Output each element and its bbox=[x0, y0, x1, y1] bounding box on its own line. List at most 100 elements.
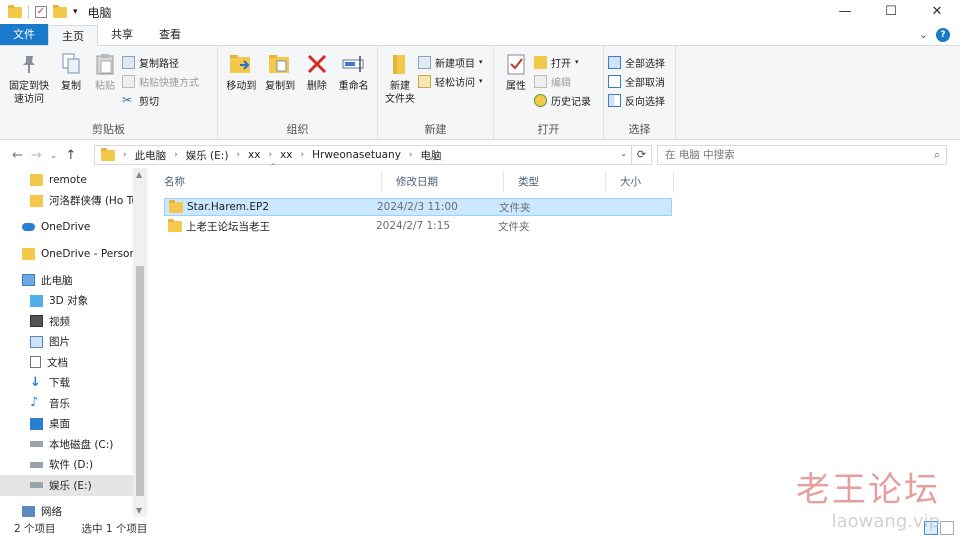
nav-item-onedrive-personal[interactable]: OneDrive - Person bbox=[0, 244, 147, 265]
breadcrumb-this-pc[interactable]: 此电脑 bbox=[131, 148, 171, 163]
nav-item-label: remote bbox=[49, 174, 87, 187]
minimize-button[interactable]: — bbox=[822, 0, 868, 24]
nav-item-downloads[interactable]: ↓ 下载 bbox=[0, 373, 147, 394]
folder-icon bbox=[8, 4, 22, 18]
new-folder-icon[interactable] bbox=[53, 4, 67, 18]
nav-item-onedrive[interactable]: OneDrive bbox=[0, 217, 147, 238]
history-button[interactable]: 历史记录 bbox=[534, 92, 591, 108]
select-all-button[interactable]: 全部选择 bbox=[608, 54, 665, 70]
watermark-url: laowang.vip bbox=[831, 511, 940, 532]
breadcrumb-xx-1[interactable]: xx bbox=[244, 149, 264, 161]
file-type: 文件夹 bbox=[498, 220, 530, 233]
column-header-name[interactable]: 名称 bbox=[150, 171, 382, 193]
edit-icon bbox=[534, 74, 547, 88]
nav-item-this-pc[interactable]: 此电脑 bbox=[0, 270, 147, 291]
search-input[interactable]: 在 电脑 中搜索 ⌕ bbox=[657, 145, 947, 165]
file-modified: 2024/2/3 11:00 bbox=[377, 201, 458, 213]
maximize-button[interactable]: ☐ bbox=[868, 0, 914, 24]
nav-item-label: 图片 bbox=[49, 336, 70, 349]
copy-path-button[interactable]: 复制路径 bbox=[122, 54, 199, 70]
address-bar[interactable]: › 此电脑 › 娱乐 (E:) › xx › xx › Hrweonasetua… bbox=[94, 145, 652, 165]
nav-item-heluo[interactable]: 河洛群侠傳 (Ho Tu bbox=[0, 191, 147, 212]
nav-item-desktop[interactable]: 桌面 bbox=[0, 414, 147, 435]
breadcrumb-drive-e[interactable]: 娱乐 (E:) bbox=[182, 148, 233, 163]
recent-locations-chevron-icon[interactable]: ⌄ bbox=[50, 148, 58, 163]
cut-button[interactable]: ✂ 剪切 bbox=[122, 92, 199, 108]
nav-item-music[interactable]: ♪ 音乐 bbox=[0, 393, 147, 414]
new-folder-label: 新建 文件夹 bbox=[385, 81, 415, 105]
copy-path-icon bbox=[122, 55, 135, 69]
cube-icon bbox=[30, 294, 43, 307]
open-label: 打开 bbox=[551, 58, 571, 70]
tab-file[interactable]: 文件 bbox=[0, 24, 48, 45]
select-all-label: 全部选择 bbox=[625, 58, 665, 70]
breadcrumb-separator-icon[interactable]: › bbox=[232, 150, 244, 160]
breadcrumb-current[interactable]: 电脑 bbox=[417, 148, 446, 163]
breadcrumb-separator-icon[interactable]: › bbox=[297, 150, 309, 160]
nav-item-documents[interactable]: 文档 bbox=[0, 352, 147, 373]
up-arrow-icon[interactable]: ↑ bbox=[65, 148, 76, 163]
refresh-icon[interactable]: ⟳ bbox=[631, 146, 651, 164]
navigation-buttons: ← → ⌄ ↑ bbox=[0, 148, 94, 163]
window-controls: — ☐ ✕ bbox=[822, 0, 960, 24]
folder-icon bbox=[22, 247, 35, 260]
nav-item-remote[interactable]: remote bbox=[0, 170, 147, 191]
file-modified: 2024/2/7 1:15 bbox=[376, 220, 451, 232]
column-header-type[interactable]: 类型 bbox=[504, 171, 606, 193]
file-name: Star.Harem.EP2 bbox=[187, 201, 269, 213]
nav-item-pictures[interactable]: 图片 bbox=[0, 332, 147, 353]
nav-item-drive-d[interactable]: 软件 (D:) bbox=[0, 455, 147, 476]
tab-home[interactable]: 主页 bbox=[48, 25, 98, 46]
select-group: 全部选择 全部取消 反向选择 选择 bbox=[604, 46, 676, 140]
file-row[interactable]: 上老王论坛当老王 2024/2/7 1:15 文件夹 bbox=[164, 217, 672, 235]
new-item-button[interactable]: 新建项目 ▾ bbox=[418, 54, 483, 70]
close-button[interactable]: ✕ bbox=[914, 0, 960, 24]
breadcrumb-separator-icon[interactable]: › bbox=[264, 150, 276, 160]
chevron-down-icon: ▾ bbox=[479, 77, 483, 85]
tab-view[interactable]: 查看 bbox=[146, 24, 194, 45]
nav-item-videos[interactable]: 视频 bbox=[0, 311, 147, 332]
nav-item-network[interactable]: 网络 bbox=[0, 502, 147, 517]
picture-icon bbox=[30, 335, 43, 348]
paste-shortcut-button[interactable]: 粘贴快捷方式 bbox=[122, 73, 199, 89]
select-none-button[interactable]: 全部取消 bbox=[608, 73, 665, 89]
help-icon[interactable]: ? bbox=[936, 28, 950, 42]
ribbon-expand-icon[interactable]: ⌄ bbox=[919, 28, 928, 42]
edit-button[interactable]: 编辑 bbox=[534, 73, 591, 89]
scrollbar-thumb[interactable] bbox=[136, 266, 144, 496]
breadcrumb-folder[interactable]: Hrweonasetuany bbox=[308, 149, 405, 161]
music-icon: ♪ bbox=[30, 395, 39, 411]
open-button[interactable]: 打开 ▾ bbox=[534, 54, 591, 70]
video-icon bbox=[30, 315, 43, 328]
invert-selection-label: 反向选择 bbox=[625, 96, 665, 108]
easy-access-button[interactable]: 轻松访问 ▾ bbox=[418, 73, 483, 89]
qat-dropdown-icon[interactable]: ▾ bbox=[73, 7, 78, 17]
large-icons-view-icon[interactable] bbox=[940, 521, 954, 535]
scroll-down-icon[interactable]: ▼ bbox=[136, 506, 142, 515]
back-arrow-icon[interactable]: ← bbox=[12, 148, 23, 163]
scroll-up-icon[interactable]: ▲ bbox=[136, 170, 142, 179]
ribbon-tabs: 文件 主页 共享 查看 ⌄ ? bbox=[0, 24, 960, 46]
forward-arrow-icon[interactable]: → bbox=[31, 148, 42, 163]
breadcrumb-separator-icon[interactable]: › bbox=[405, 150, 417, 160]
nav-item-drive-c[interactable]: 本地磁盘 (C:) bbox=[0, 434, 147, 455]
breadcrumb-separator-icon[interactable]: › bbox=[170, 150, 182, 160]
invert-selection-button[interactable]: 反向选择 bbox=[608, 92, 665, 108]
column-header-modified[interactable]: 修改日期 bbox=[382, 171, 504, 193]
drive-icon bbox=[30, 482, 43, 489]
file-row[interactable]: Star.Harem.EP2 2024/2/3 11:00 文件夹 bbox=[164, 198, 672, 216]
select-all-icon bbox=[608, 55, 621, 69]
breadcrumb-separator-icon[interactable]: › bbox=[119, 150, 131, 160]
tab-share[interactable]: 共享 bbox=[98, 24, 146, 45]
breadcrumb-xx-2[interactable]: xx bbox=[276, 149, 296, 161]
nav-item-drive-e[interactable]: 娱乐 (E:) bbox=[0, 475, 147, 496]
chevron-down-icon: ▾ bbox=[575, 58, 579, 66]
column-header-size[interactable]: 大小 bbox=[606, 171, 674, 193]
navpane-scrollbar[interactable]: ▲ ▼ bbox=[133, 168, 147, 517]
search-icon[interactable]: ⌕ bbox=[934, 146, 940, 164]
address-dropdown-icon[interactable]: ⌄ bbox=[620, 149, 627, 158]
properties-check-icon[interactable]: ✓ bbox=[35, 6, 47, 18]
delete-label: 删除 bbox=[306, 81, 327, 92]
folder-icon bbox=[30, 174, 43, 187]
nav-item-3d-objects[interactable]: 3D 对象 bbox=[0, 291, 147, 312]
